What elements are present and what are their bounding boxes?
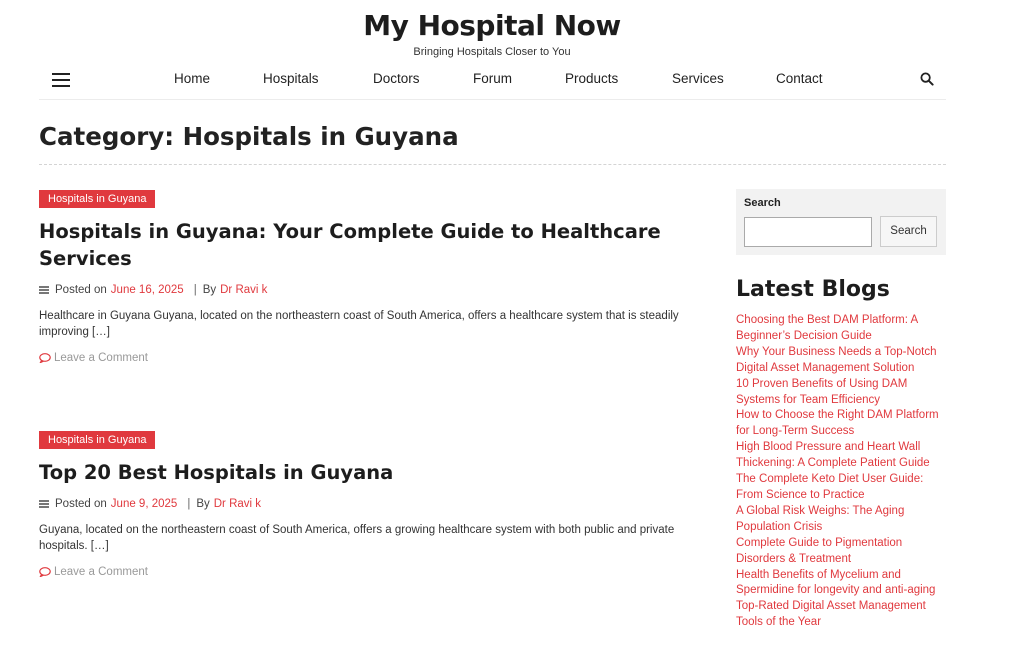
latest-blog-link[interactable]: A Global Risk Weighs: The Aging Populati… (736, 504, 948, 536)
posted-on-label: Posted on (55, 284, 107, 296)
latest-blogs-heading: Latest Blogs (736, 277, 890, 302)
leave-comment-link[interactable]: Leave a Comment (39, 566, 709, 578)
post-excerpt: Guyana, located on the northeastern coas… (39, 524, 675, 552)
site-title[interactable]: My Hospital Now (0, 9, 984, 42)
posted-on-label: Posted on (55, 498, 107, 510)
post-date-link[interactable]: June 9, 2025 (111, 498, 178, 510)
nav-item-home[interactable]: Home (174, 71, 210, 86)
list-lines-icon (39, 286, 49, 294)
post-title[interactable]: Top 20 Best Hospitals in Guyana (39, 459, 709, 486)
latest-blog-link[interactable]: 10 Proven Benefits of Using DAM Systems … (736, 377, 948, 409)
category-tag[interactable]: Hospitals in Guyana (39, 431, 156, 449)
latest-blog-link[interactable]: Health Benefits of Mycelium and Spermidi… (736, 568, 948, 600)
meta-separator: | (187, 498, 191, 510)
latest-blogs-list: Choosing the Best DAM Platform: A Beginn… (736, 313, 948, 631)
post-card: Hospitals in Guyana Top 20 Best Hospital… (39, 430, 709, 578)
nav-item-services[interactable]: Services (672, 71, 724, 86)
latest-blog-link[interactable]: How to Choose the Right DAM Platform for… (736, 408, 948, 440)
leave-comment-link[interactable]: Leave a Comment (39, 352, 709, 364)
title-divider (39, 164, 946, 165)
by-label: By (196, 498, 210, 510)
author-link[interactable]: Dr Ravi k (214, 498, 261, 510)
latest-blog-link[interactable]: High Blood Pressure and Heart Wall Thick… (736, 440, 948, 472)
post-card: Hospitals in Guyana Hospitals in Guyana:… (39, 189, 709, 364)
author-link[interactable]: Dr Ravi k (220, 284, 267, 296)
nav-item-doctors[interactable]: Doctors (373, 71, 420, 86)
leave-comment-label: Leave a Comment (54, 566, 148, 578)
nav-item-forum[interactable]: Forum (473, 71, 512, 86)
nav-item-products[interactable]: Products (565, 71, 618, 86)
latest-blog-link[interactable]: Choosing the Best DAM Platform: A Beginn… (736, 313, 948, 345)
site-tagline: Bringing Hospitals Closer to You (413, 46, 571, 58)
latest-blog-link[interactable]: Complete Guide to Pigmentation Disorders… (736, 536, 948, 568)
speech-bubble-icon (39, 353, 51, 363)
by-label: By (202, 284, 217, 296)
meta-separator: | (193, 284, 197, 296)
hamburger-menu-icon[interactable] (52, 73, 70, 87)
nav-item-hospitals[interactable]: Hospitals (263, 71, 319, 86)
latest-blog-link[interactable]: Top-Rated Digital Asset Management Tools… (736, 599, 948, 631)
speech-bubble-icon (39, 567, 51, 577)
post-excerpt: Healthcare in Guyana Guyana, located on … (39, 310, 679, 338)
post-meta: Posted on June 9, 2025 | By Dr Ravi k (39, 498, 709, 510)
search-button[interactable]: Search (880, 216, 937, 247)
latest-blog-link[interactable]: The Complete Keto Diet User Guide: From … (736, 472, 948, 504)
search-label: Search (744, 197, 781, 209)
latest-blog-link[interactable]: Why Your Business Needs a Top-Notch Digi… (736, 345, 948, 377)
page-title: Category: Hospitals in Guyana (39, 122, 459, 151)
nav-item-contact[interactable]: Contact (776, 71, 823, 86)
main-navigation: Home Hospitals Doctors Forum Products Se… (39, 64, 946, 100)
category-tag[interactable]: Hospitals in Guyana (39, 190, 156, 208)
post-date-link[interactable]: June 16, 2025 (111, 284, 184, 296)
sidebar-search-widget: Search Search (736, 189, 946, 255)
search-icon[interactable] (920, 72, 934, 86)
search-input[interactable] (744, 217, 872, 247)
list-lines-icon (39, 500, 49, 508)
leave-comment-label: Leave a Comment (54, 352, 148, 364)
post-meta: Posted on June 16, 2025 | By Dr Ravi k (39, 284, 709, 296)
post-title[interactable]: Hospitals in Guyana: Your Complete Guide… (39, 218, 709, 272)
